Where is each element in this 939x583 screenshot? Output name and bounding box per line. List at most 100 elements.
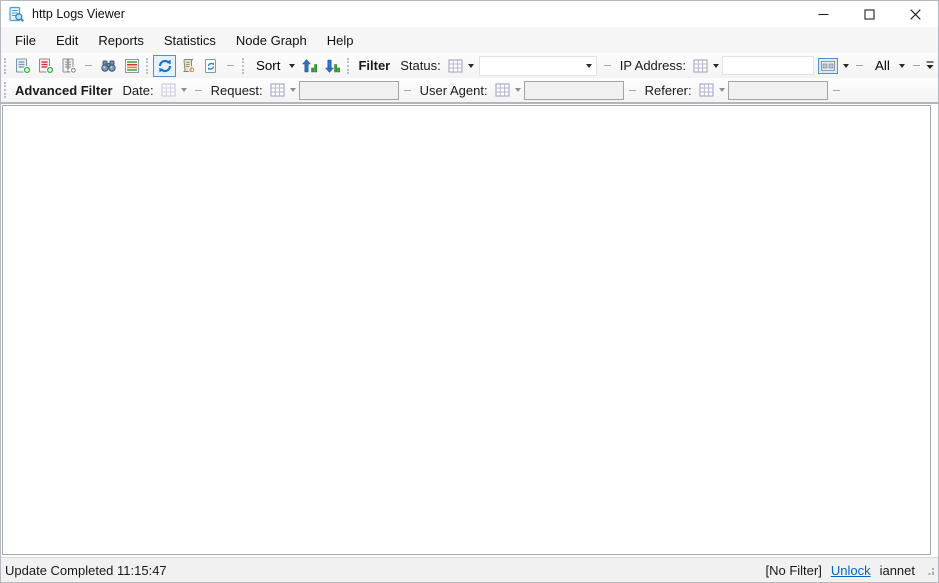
menu-bar: File Edit Reports Statistics Node Graph … bbox=[1, 27, 938, 53]
toolbar-grip[interactable] bbox=[146, 57, 149, 74]
toolbar-separator bbox=[912, 65, 920, 66]
add-zip-log-icon bbox=[62, 58, 77, 74]
status-label: Status: bbox=[400, 58, 441, 73]
advanced-filter-toolbar: Advanced Filter Date: Request: User Agen… bbox=[1, 78, 938, 104]
toolbar-separator bbox=[194, 89, 202, 91]
add-error-log-icon bbox=[38, 58, 54, 74]
log-list-panel[interactable] bbox=[2, 105, 931, 555]
app-window: http Logs Viewer File Edit Reports Stati… bbox=[0, 0, 939, 583]
add-error-log-button[interactable] bbox=[34, 55, 57, 77]
ip-display-toggle[interactable] bbox=[816, 55, 851, 77]
toolbar-separator bbox=[855, 65, 863, 66]
reload-file-button[interactable] bbox=[199, 55, 222, 77]
status-bar: Update Completed 11:15:47 [No Filter] Un… bbox=[1, 557, 938, 582]
advanced-filter-label: Advanced Filter bbox=[15, 82, 113, 98]
grid-picker-icon bbox=[495, 83, 510, 97]
minimize-button[interactable] bbox=[800, 1, 846, 27]
menu-file[interactable]: File bbox=[5, 27, 46, 53]
toolbar-separator bbox=[85, 65, 92, 66]
grid-picker-icon bbox=[270, 83, 285, 97]
grid-picker-icon bbox=[161, 83, 176, 97]
user-label: iannet bbox=[879, 562, 915, 578]
add-access-log-icon bbox=[15, 58, 31, 74]
sort-ascending-button[interactable] bbox=[298, 55, 321, 77]
caption-buttons bbox=[800, 1, 938, 27]
toolbar-grip[interactable] bbox=[242, 57, 245, 74]
toolbar-separator bbox=[227, 65, 234, 66]
chevron-down-icon bbox=[898, 63, 905, 68]
app-icon bbox=[8, 6, 25, 23]
minimize-icon bbox=[818, 13, 828, 15]
menu-edit[interactable]: Edit bbox=[46, 27, 88, 53]
status-grid-picker[interactable] bbox=[445, 55, 477, 77]
auto-refresh-button[interactable] bbox=[153, 54, 176, 77]
referer-filter-input[interactable] bbox=[727, 80, 828, 100]
chevron-down-icon bbox=[467, 63, 474, 68]
search-button[interactable] bbox=[97, 55, 120, 77]
referer-label: Referer: bbox=[644, 82, 692, 98]
menu-statistics[interactable]: Statistics bbox=[154, 27, 226, 53]
menu-reports[interactable]: Reports bbox=[88, 27, 154, 53]
request-grid-picker[interactable] bbox=[267, 79, 299, 101]
request-filter-input[interactable] bbox=[298, 80, 399, 100]
script-log-button[interactable] bbox=[176, 55, 199, 77]
chevron-down-icon bbox=[718, 88, 725, 92]
user-agent-filter-input[interactable] bbox=[523, 80, 624, 100]
maximize-icon bbox=[863, 8, 875, 20]
toolbar-overflow-button[interactable] bbox=[923, 54, 937, 77]
highlight-rows-button[interactable] bbox=[120, 55, 143, 77]
grid-picker-icon bbox=[693, 59, 708, 72]
sort-ascending-icon bbox=[301, 58, 317, 72]
title-bar: http Logs Viewer bbox=[1, 1, 938, 27]
menu-help[interactable]: Help bbox=[317, 27, 364, 53]
sort-label: Sort bbox=[256, 58, 281, 73]
toolbar-grip[interactable] bbox=[4, 57, 7, 74]
toolbar-overflow-icon bbox=[926, 60, 934, 69]
resize-grip-icon bbox=[928, 567, 934, 575]
filter-state-label: [No Filter] bbox=[765, 562, 822, 578]
maximize-button[interactable] bbox=[846, 1, 892, 27]
chevron-down-icon bbox=[712, 63, 719, 68]
main-area bbox=[1, 104, 938, 557]
date-grid-picker[interactable] bbox=[158, 79, 190, 101]
user-agent-label: User Agent: bbox=[419, 82, 488, 98]
unlock-link[interactable]: Unlock bbox=[831, 563, 871, 578]
scope-label: All bbox=[874, 58, 890, 73]
toolbar-separator bbox=[628, 89, 636, 91]
ip-grid-picker[interactable] bbox=[690, 55, 722, 77]
menu-node-graph[interactable]: Node Graph bbox=[226, 27, 317, 53]
close-icon bbox=[909, 8, 921, 20]
sort-descending-icon bbox=[324, 59, 340, 73]
toolbar-separator bbox=[603, 65, 611, 66]
ip-display-toggle-icon bbox=[817, 57, 838, 74]
chevron-down-icon bbox=[585, 63, 592, 68]
ip-address-input[interactable] bbox=[721, 56, 814, 75]
resize-grip[interactable] bbox=[924, 565, 935, 576]
toolbar-grip[interactable] bbox=[4, 82, 7, 98]
toolbar-grip[interactable] bbox=[347, 57, 350, 74]
highlight-rows-icon bbox=[124, 58, 139, 73]
chevron-down-icon bbox=[514, 88, 521, 92]
grid-picker-icon bbox=[448, 59, 463, 72]
close-button[interactable] bbox=[892, 1, 938, 27]
chevron-down-icon bbox=[842, 63, 849, 68]
toolbar-separator bbox=[832, 89, 840, 91]
referer-grid-picker[interactable] bbox=[696, 79, 728, 101]
refresh-icon bbox=[158, 59, 171, 72]
chevron-down-icon bbox=[180, 88, 187, 92]
add-access-log-button[interactable] bbox=[11, 55, 34, 77]
window-title: http Logs Viewer bbox=[32, 7, 125, 21]
status-combobox[interactable] bbox=[478, 55, 597, 76]
reload-file-icon bbox=[204, 58, 216, 73]
sort-dropdown[interactable]: Sort bbox=[249, 55, 298, 77]
scope-dropdown[interactable]: All bbox=[868, 55, 908, 77]
ip-address-label: IP Address: bbox=[619, 58, 686, 73]
chevron-down-icon bbox=[289, 63, 296, 68]
add-zip-log-button[interactable] bbox=[57, 55, 80, 77]
grid-picker-icon bbox=[699, 83, 714, 97]
sort-descending-button[interactable] bbox=[321, 55, 344, 77]
main-toolbar: Sort Filter Status: IP Address: All bbox=[1, 53, 938, 78]
filter-label: Filter bbox=[358, 58, 391, 73]
user-agent-grid-picker[interactable] bbox=[492, 79, 524, 101]
chevron-down-icon bbox=[289, 88, 296, 92]
